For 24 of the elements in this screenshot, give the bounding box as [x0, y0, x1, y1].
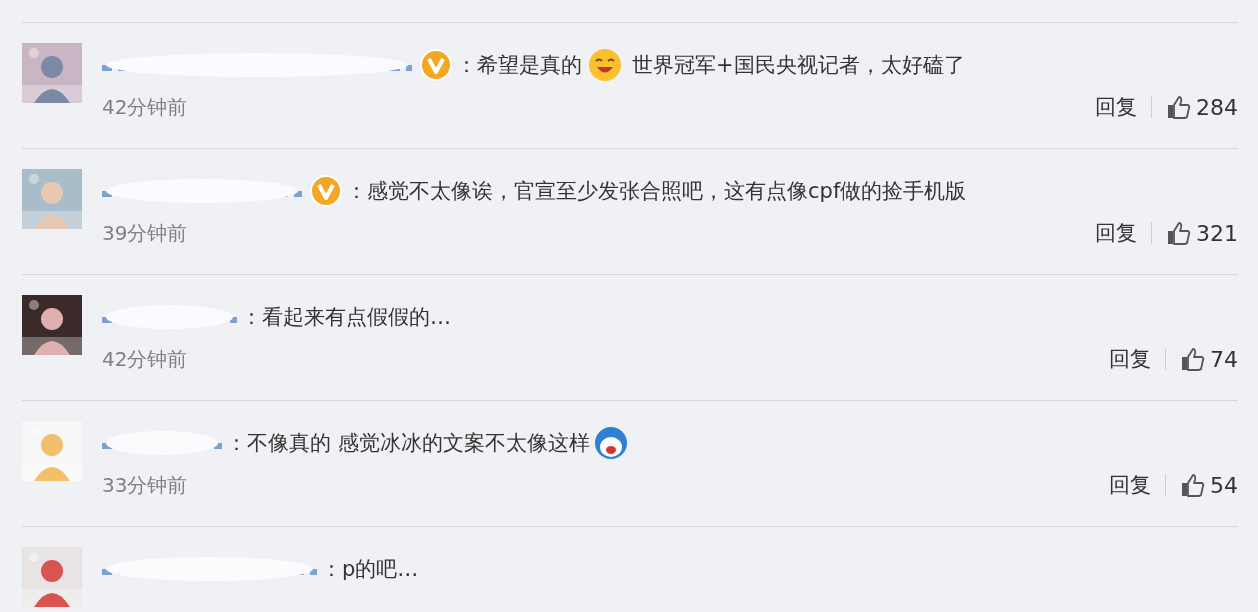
reply-link[interactable]: 回复 [1109, 471, 1151, 499]
like-count: 54 [1210, 472, 1238, 498]
reply-link[interactable]: 回复 [1095, 219, 1137, 247]
comment-text: 世界冠军+国民央视记者，太好磕了 [632, 52, 965, 79]
thumbs-up-icon[interactable] [1166, 220, 1192, 246]
thumbs-up-icon[interactable] [1166, 94, 1192, 120]
smiley-emoji-icon [588, 48, 622, 82]
comment-text: ：希望是真的 [456, 52, 582, 79]
reply-link[interactable]: 回复 [1109, 345, 1151, 373]
thumbs-up-icon[interactable] [1180, 346, 1206, 372]
like-count: 284 [1196, 94, 1238, 120]
reply-link[interactable]: 回复 [1095, 93, 1137, 121]
timestamp: 42分钟前 [102, 345, 188, 373]
comment-text: ：不像真的 感觉冰冰的文案不太像这样 [226, 430, 590, 457]
comment-text: ：看起来有点假假的… [241, 304, 451, 331]
like-count: 74 [1210, 346, 1238, 372]
thumbs-up-icon[interactable] [1180, 472, 1206, 498]
timestamp: 39分钟前 [102, 219, 188, 247]
comment-text: ：感觉不太像诶，官宣至少发张合照吧，这有点像cpf做的捡手机版 [346, 178, 967, 205]
timestamp: 42分钟前 [102, 93, 188, 121]
timestamp: 33分钟前 [102, 471, 188, 499]
comment-text: ：p的吧… [321, 556, 419, 583]
round-face-sticker-icon [593, 426, 628, 460]
like-count: 321 [1196, 220, 1238, 246]
